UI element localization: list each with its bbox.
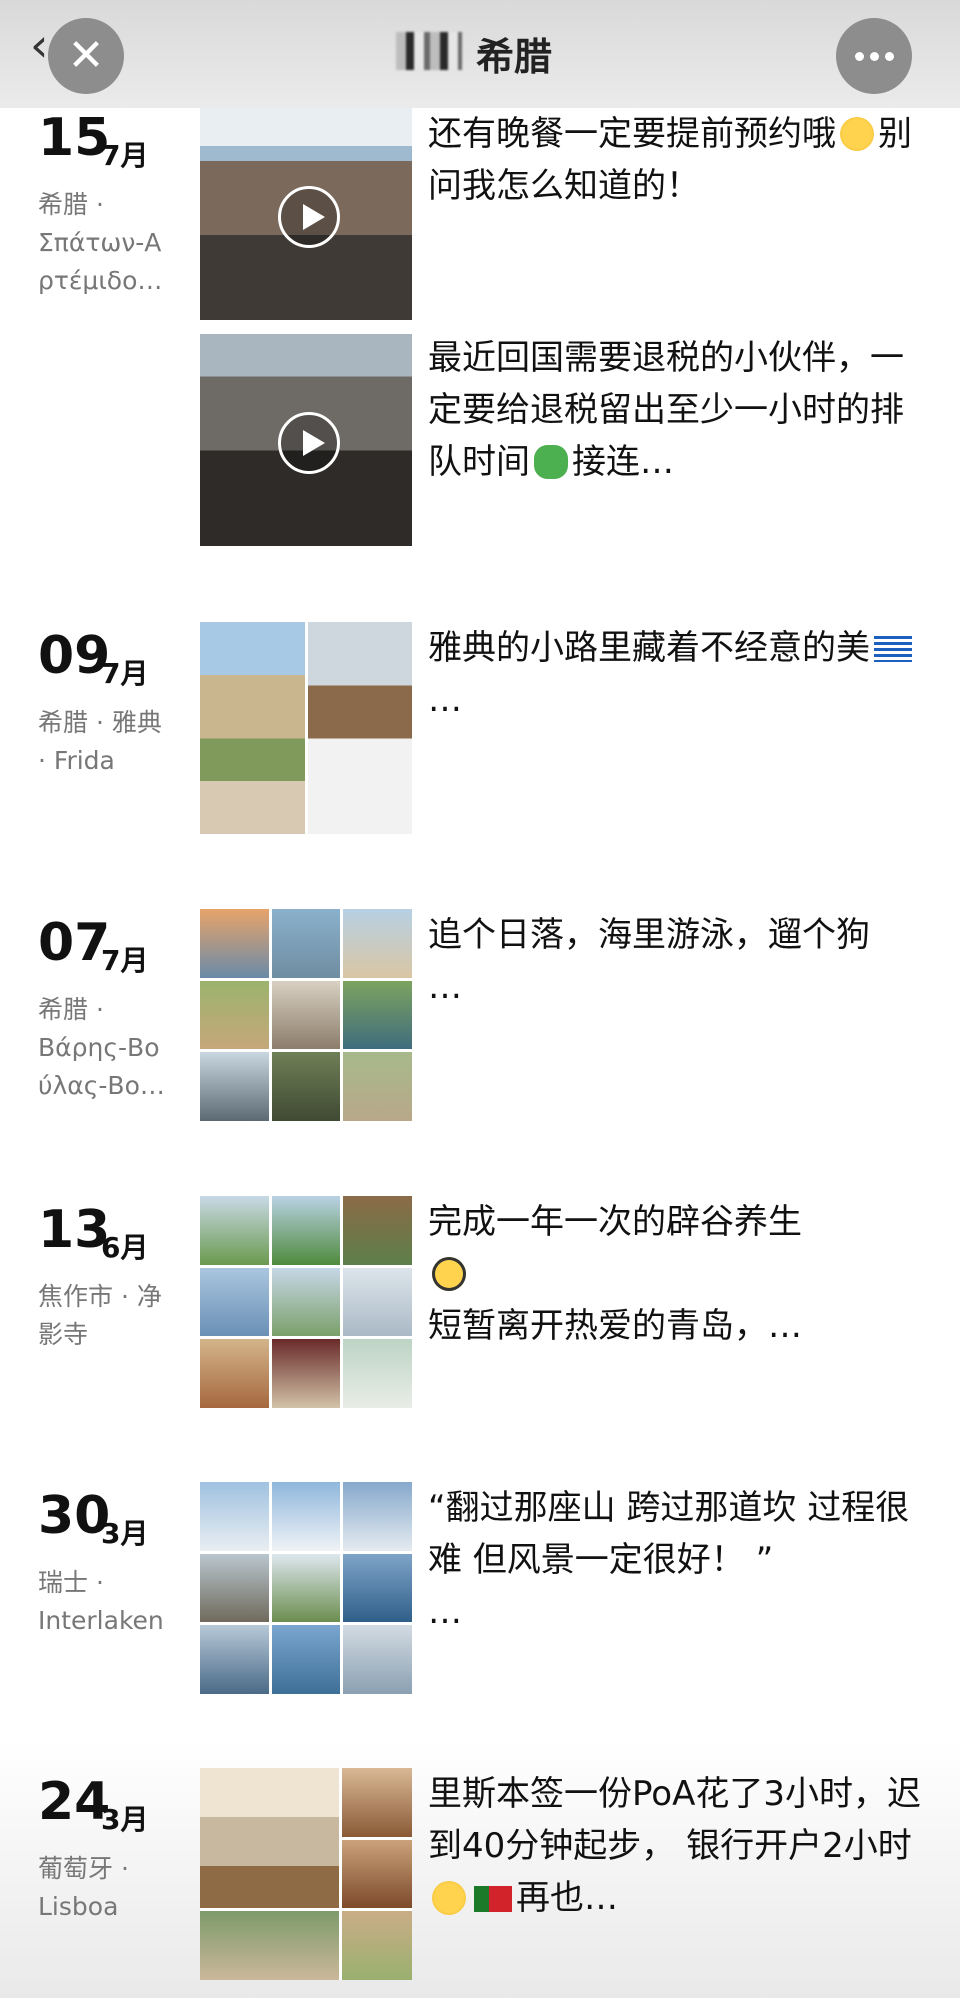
caption-text: 短暂离开热爱的青岛，… [428,1306,802,1346]
photo-thumb [200,1553,269,1623]
photo-thumb [342,1839,412,1909]
entry-month: 6月 [101,1231,149,1264]
photo-thumb [343,1267,412,1337]
photo-thumb [200,1625,269,1694]
photo-thumb [343,980,412,1050]
entry-month: 3月 [101,1803,149,1836]
photo-thumb [343,909,412,978]
close-icon: ✕ [67,30,105,81]
entry-day: 13 [38,1200,111,1260]
eye-roll-emoji-icon [840,117,874,151]
photo-grid[interactable] [200,1196,412,1408]
entry-location: 希腊 · Σπάτων-Α ρτέμιδο… [38,190,163,295]
portugal-flag-icon [474,1886,512,1912]
entry-day: 30 [38,1486,111,1546]
entry-caption[interactable]: 追个日落，海里游泳，遛个狗 … [428,909,928,1013]
caption-text: 完成一年一次的辟谷养生 [428,1202,802,1242]
photo-thumb [200,1267,269,1337]
more-dot-icon [854,51,864,61]
photo-thumb [307,622,412,834]
photo-thumb [271,909,341,978]
entry-location: 瑞士 · Interlaken [38,1568,164,1635]
photo-thumb [343,1553,412,1623]
photo-thumb [200,1768,340,1909]
entry-location: 希腊 · 雅典 · Frida [38,708,162,775]
photo-thumb [342,1768,412,1837]
entry-month: 7月 [101,139,149,172]
photo-thumb [343,1482,412,1551]
photo-thumb [200,1482,269,1551]
photo-thumb [200,622,305,834]
nerd-face-emoji-icon [432,1257,466,1291]
entry-caption[interactable]: 还有晚餐一定要提前预约哦 别问我怎么知道的！ [428,108,928,212]
caption-text: 还有晚餐一定要提前预约哦 [428,114,836,154]
dragon-emoji-icon [534,445,568,479]
entry-caption[interactable]: “翻过那座山 跨过那道坎 过程很难 但风景一定很好！ ” … [428,1482,928,1638]
page-title: 希腊 [476,35,553,79]
photo-thumb [271,1625,341,1694]
thinking-face-emoji-icon [432,1881,466,1915]
entry-month: 3月 [101,1517,149,1550]
entry-day: 09 [38,626,111,686]
video-thumbnail[interactable] [200,334,412,546]
top-bar: ‹ ✕ 希腊 [0,0,960,108]
entry-day: 15 [38,108,111,168]
photo-grid[interactable] [200,909,412,1121]
entry-day: 24 [38,1772,111,1832]
photo-thumb [343,1625,412,1694]
caption-more: … [428,680,462,720]
photo-thumb [271,1052,341,1121]
play-icon [278,412,340,474]
photo-thumb [200,1911,340,1980]
photo-thumb [343,1339,412,1408]
entry-day: 07 [38,913,111,973]
caption-text: 追个日落，海里游泳，遛个狗 [428,915,870,955]
photo-thumb [200,1339,269,1408]
photo-thumb [200,980,269,1050]
entry-caption[interactable]: 最近回国需要退税的小伙伴，一定要给退税留出至少一小时的排队时间 接连… [428,332,928,488]
entry-location: 希腊 · Βάρης-Βο ύλας-Βο… [38,995,165,1100]
caption-more: … [428,1592,462,1632]
photo-thumb [271,1267,341,1337]
caption-more: … [428,967,462,1007]
entry-caption[interactable]: 里斯本签一份PoA花了3小时，迟到40分钟起步， 银行开户2小时再也… [428,1768,928,1924]
close-button[interactable]: ✕ [48,18,124,94]
entry-location: 葡萄牙 · Lisboa [38,1854,129,1921]
photo-thumb [271,1482,341,1551]
more-dot-icon [884,51,894,61]
entry-caption[interactable]: 完成一年一次的辟谷养生 短暂离开热爱的青岛，… [428,1196,928,1352]
video-thumbnail[interactable] [200,108,412,320]
entry-month: 7月 [101,944,149,977]
caption-text: 接连… [572,442,674,482]
photo-grid[interactable] [200,1482,412,1694]
caption-text: 里斯本签一份PoA花了3小时，迟到40分钟起步， 银行开户2小时 [428,1774,921,1866]
photo-thumb [342,1911,412,1980]
caption-text: 再也… [516,1878,618,1918]
caption-text: 雅典的小路里藏着不经意的美 [428,628,870,668]
entry-month: 7月 [101,657,149,690]
photo-thumb [200,1052,269,1121]
photo-thumb [271,1553,341,1623]
photo-thumb [343,1052,412,1121]
entry-location: 焦作市 · 净 影寺 [38,1282,162,1349]
photo-thumb [271,980,341,1050]
more-dot-icon [869,51,879,61]
photo-grid[interactable] [200,1768,412,1980]
photo-thumb [200,909,269,978]
play-icon [278,186,340,248]
photo-thumb [271,1339,341,1408]
photo-thumb [271,1196,341,1265]
blurred-username [396,32,462,70]
back-chevron-icon[interactable]: ‹ [30,22,48,68]
photo-grid[interactable] [200,622,412,834]
entry-caption[interactable]: 雅典的小路里藏着不经意的美 … [428,622,928,726]
photo-thumb [343,1196,412,1265]
more-options-button[interactable] [836,18,912,94]
photo-thumb [200,1196,269,1265]
caption-text: “翻过那座山 跨过那道坎 过程很难 但风景一定很好！ ” [428,1488,910,1580]
greece-flag-icon [874,636,912,662]
